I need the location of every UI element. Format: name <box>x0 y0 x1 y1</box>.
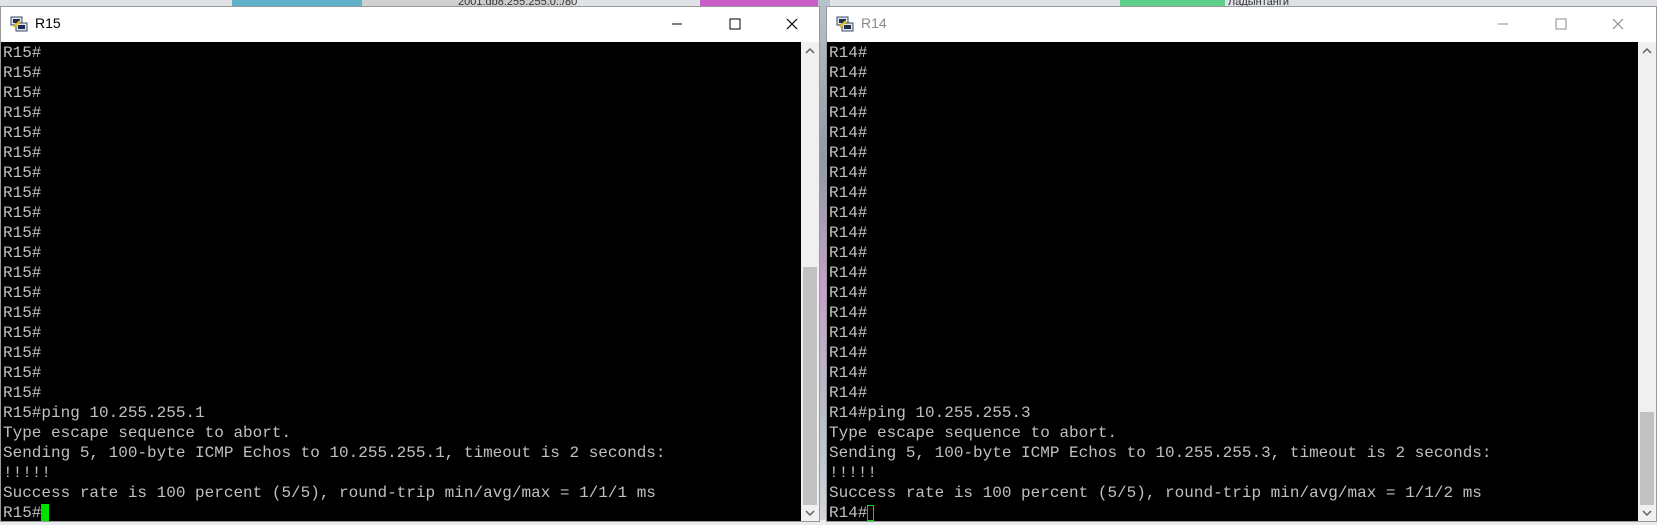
terminal-line: R14# <box>829 144 868 162</box>
scroll-down-button[interactable] <box>1638 504 1656 521</box>
terminal-output[interactable]: R15# R15# R15# R15# R15# R15# R15# R15# R15# R15#… <box>1 42 801 521</box>
terminal-line: R14# <box>829 264 868 282</box>
maximize-button[interactable] <box>706 7 764 41</box>
terminal-line: R15# <box>3 284 42 302</box>
terminal-line: R15# <box>3 244 42 262</box>
terminal-output[interactable]: R14# R14# R14# R14# R14# R14# R14# R14# R14# R14#… <box>827 42 1638 521</box>
text-cursor <box>867 505 875 521</box>
terminal-line: R14# <box>829 84 868 102</box>
terminal-line: R14#ping 10.255.255.3 <box>829 404 1031 422</box>
terminal-line: R14# <box>829 364 868 382</box>
prompt-line[interactable]: R15# <box>3 503 50 521</box>
terminal-line: R14# <box>829 184 868 202</box>
terminal-window-r14[interactable]: R14 R14# R14# R14# R14# R14# R14# R14# R14# R14#… <box>826 6 1657 522</box>
terminal-line: R15# <box>3 64 42 82</box>
chevron-down-icon <box>805 509 815 516</box>
terminal-line: R14# <box>829 324 868 342</box>
terminal-line: Success rate is 100 percent (5/5), round… <box>3 484 656 502</box>
prompt-text: R15# <box>3 504 42 521</box>
terminal-lines: R15# R15# R15# R15# R15# R15# R15# R15# R15# R15#… <box>3 43 666 503</box>
terminal-line: !!!!! <box>829 464 878 482</box>
titlebar[interactable]: R15 <box>1 7 819 41</box>
terminal-line: R14# <box>829 204 868 222</box>
terminal-line: R15# <box>3 264 42 282</box>
minimize-icon <box>1498 23 1508 25</box>
scroll-down-button[interactable] <box>801 504 819 521</box>
terminal-line: R15# <box>3 324 42 342</box>
terminal-line: R14# <box>829 284 868 302</box>
terminal-line: R14# <box>829 124 868 142</box>
scroll-up-button[interactable] <box>1638 42 1656 59</box>
putty-app-icon <box>10 16 28 32</box>
vertical-scrollbar[interactable] <box>1638 42 1656 521</box>
prompt-text: R14# <box>829 504 868 521</box>
maximize-icon <box>729 18 741 30</box>
terminal-line: R15# <box>3 184 42 202</box>
minimize-button[interactable] <box>1474 7 1532 41</box>
titlebar[interactable]: R14 <box>827 7 1656 41</box>
terminal-line: Success rate is 100 percent (5/5), round… <box>829 484 1482 502</box>
terminal-line: R14# <box>829 164 868 182</box>
terminal-line: Type escape sequence to abort. <box>3 424 292 442</box>
terminal-line: R15# <box>3 384 42 402</box>
terminal-line: R14# <box>829 244 868 262</box>
terminal-line: R15#ping 10.255.255.1 <box>3 404 205 422</box>
scrollbar-thumb[interactable] <box>803 267 817 505</box>
close-icon <box>786 18 798 30</box>
terminal-line: R15# <box>3 204 42 222</box>
terminal-line: !!!!! <box>3 464 52 482</box>
terminal-line: R15# <box>3 104 42 122</box>
window-title: R14 <box>861 15 887 31</box>
terminal-line: R14# <box>829 344 868 362</box>
minimize-button[interactable] <box>648 7 706 41</box>
terminal-line: Type escape sequence to abort. <box>829 424 1118 442</box>
maximize-icon <box>1555 18 1567 30</box>
scrollbar-thumb[interactable] <box>1640 412 1654 505</box>
vertical-scrollbar[interactable] <box>801 42 819 521</box>
terminal-line: R14# <box>829 304 868 322</box>
terminal-line: R14# <box>829 224 868 242</box>
terminal-line: R15# <box>3 44 42 62</box>
prompt-line[interactable]: R14# <box>829 503 875 521</box>
terminal-line: R15# <box>3 124 42 142</box>
window-title: R15 <box>35 15 61 31</box>
chevron-down-icon <box>1642 509 1652 516</box>
scroll-up-button[interactable] <box>801 42 819 59</box>
terminal-line: R14# <box>829 44 868 62</box>
putty-app-icon <box>836 16 854 32</box>
close-button[interactable] <box>763 7 821 41</box>
terminal-line: R15# <box>3 224 42 242</box>
terminal-line: Sending 5, 100-byte ICMP Echos to 10.255… <box>3 444 666 462</box>
terminal-line: R14# <box>829 64 868 82</box>
terminal-line: R15# <box>3 144 42 162</box>
text-cursor <box>41 504 50 521</box>
terminal-window-r15[interactable]: R15 R15# R15# R15# R15# R15# R15# R15# R15# R15#… <box>0 6 820 522</box>
maximize-button[interactable] <box>1532 7 1590 41</box>
close-icon <box>1612 18 1624 30</box>
terminal-line: R15# <box>3 84 42 102</box>
terminal-line: R15# <box>3 344 42 362</box>
chevron-up-icon <box>805 47 815 54</box>
terminal-line: R14# <box>829 384 868 402</box>
terminal-line: R15# <box>3 364 42 382</box>
terminal-line: R15# <box>3 304 42 322</box>
terminal-line: Sending 5, 100-byte ICMP Echos to 10.255… <box>829 444 1492 462</box>
terminal-lines: R14# R14# R14# R14# R14# R14# R14# R14# R14# R14#… <box>829 43 1492 503</box>
close-button[interactable] <box>1589 7 1647 41</box>
minimize-icon <box>672 23 682 25</box>
terminal-line: R15# <box>3 164 42 182</box>
chevron-up-icon <box>1642 47 1652 54</box>
terminal-line: R14# <box>829 104 868 122</box>
